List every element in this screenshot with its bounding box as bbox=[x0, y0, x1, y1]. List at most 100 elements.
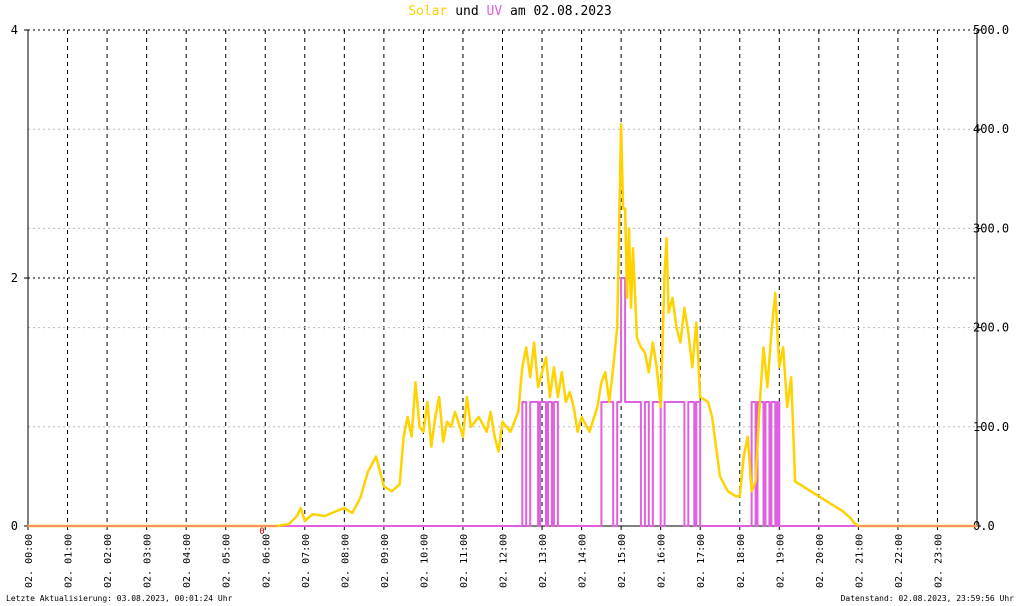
data-point-uv bbox=[648, 401, 650, 403]
data-point-uv bbox=[557, 401, 559, 403]
data-point-solar bbox=[446, 421, 448, 423]
title-uv-word: UV bbox=[486, 4, 503, 19]
data-point-solar bbox=[691, 366, 693, 368]
data-point-solar bbox=[497, 451, 500, 453]
x-tick-label: 02. 01:00 bbox=[64, 534, 75, 588]
data-point-uv bbox=[699, 525, 701, 527]
data-point-solar bbox=[766, 386, 769, 388]
data-point-solar bbox=[758, 406, 761, 408]
data-point-uv bbox=[756, 401, 759, 403]
data-point-solar bbox=[620, 123, 622, 125]
data-point-uv bbox=[644, 401, 646, 403]
data-point-solar bbox=[810, 490, 812, 492]
data-point-solar bbox=[430, 446, 432, 448]
data-point-uv bbox=[695, 525, 697, 527]
data-point-uv bbox=[551, 525, 553, 527]
data-point-solar bbox=[762, 346, 765, 348]
data-point-solar bbox=[636, 336, 638, 339]
title-solar-word: Solar bbox=[408, 4, 448, 19]
data-point-solar bbox=[490, 411, 492, 413]
x-tick-label: 02. 00:00 bbox=[24, 534, 35, 588]
data-point-solar bbox=[533, 341, 535, 344]
data-point-uv bbox=[539, 525, 541, 527]
data-point-solar bbox=[770, 332, 773, 334]
data-point-solar bbox=[561, 371, 563, 373]
data-point-solar bbox=[782, 346, 784, 348]
data-point-uv bbox=[778, 525, 780, 527]
data-point-solar bbox=[335, 510, 337, 512]
data-point-solar bbox=[640, 346, 642, 348]
data-point-solar bbox=[711, 416, 713, 418]
x-tick-label: 02. 23:00 bbox=[933, 534, 944, 588]
data-point-solar bbox=[786, 406, 788, 408]
data-point-uv bbox=[751, 401, 753, 403]
data-point-solar bbox=[826, 500, 828, 502]
data-point-uv bbox=[774, 525, 776, 527]
data-point-uv bbox=[768, 525, 771, 527]
x-tick-label: 02. 16:00 bbox=[657, 534, 668, 588]
x-tick-label: 02. 18:00 bbox=[736, 534, 747, 588]
data-point-solar bbox=[422, 431, 424, 433]
data-point-solar bbox=[403, 436, 405, 438]
data-point-solar bbox=[632, 247, 634, 249]
data-point-uv bbox=[539, 401, 541, 403]
data-point-uv bbox=[616, 525, 618, 527]
x-tick-label: 02. 07:00 bbox=[301, 534, 312, 588]
data-point-solar bbox=[438, 396, 440, 398]
title-und-word: und bbox=[455, 4, 479, 19]
data-point-solar bbox=[608, 401, 610, 403]
right-tick-label: 300.0 bbox=[973, 221, 1009, 235]
data-point-solar bbox=[304, 520, 306, 522]
data-point-uv bbox=[652, 525, 654, 527]
x-tick-label: 02. 10:00 bbox=[419, 534, 430, 588]
data-point-uv bbox=[620, 401, 622, 403]
data-point-solar bbox=[391, 490, 393, 492]
data-point-solar bbox=[454, 411, 456, 413]
data-point-uv bbox=[664, 401, 666, 403]
x-tick-label: 02. 04:00 bbox=[182, 534, 193, 588]
data-point-solar bbox=[494, 436, 496, 438]
data-point-uv bbox=[770, 401, 773, 403]
data-point-uv bbox=[695, 401, 697, 403]
data-point-uv bbox=[660, 525, 662, 527]
data-point-uv bbox=[600, 525, 603, 527]
data-point-uv bbox=[616, 401, 618, 403]
data-point-solar bbox=[747, 436, 749, 438]
data-point-uv bbox=[774, 401, 776, 403]
left-tick-label: 4 bbox=[11, 23, 18, 37]
x-tick-label: 02. 20:00 bbox=[815, 534, 826, 588]
title-date: am 02.08.2023 bbox=[510, 4, 612, 19]
data-point-solar bbox=[604, 371, 606, 373]
data-point-solar bbox=[553, 366, 555, 368]
data-point-solar bbox=[541, 371, 543, 373]
x-tick-label: 02. 05:00 bbox=[222, 534, 233, 588]
data-point-uv bbox=[537, 525, 539, 527]
data-point-solar bbox=[794, 480, 796, 482]
data-point-uv bbox=[521, 525, 523, 527]
data-point-solar bbox=[399, 483, 401, 485]
data-point-solar bbox=[545, 356, 547, 358]
data-point-uv bbox=[547, 401, 549, 403]
data-point-solar bbox=[671, 297, 674, 299]
data-point-solar bbox=[849, 517, 852, 519]
data-point-uv bbox=[751, 525, 753, 527]
data-point-solar bbox=[450, 426, 452, 428]
data-point-uv bbox=[551, 401, 553, 403]
data-point-uv bbox=[764, 525, 767, 527]
chart-grid bbox=[28, 29, 977, 526]
data-point-solar bbox=[666, 237, 668, 239]
data-point-solar bbox=[622, 208, 624, 210]
data-point-solar bbox=[644, 351, 646, 353]
data-point-solar bbox=[466, 396, 468, 398]
data-point-solar bbox=[312, 513, 314, 515]
data-point-uv bbox=[529, 401, 531, 403]
x-tick-label: 02. 14:00 bbox=[578, 534, 589, 588]
data-point-solar bbox=[521, 366, 523, 368]
solar-uv-chart: 024 0.0100.0200.0300.0400.0500.0 02. 00:… bbox=[11, 23, 1009, 588]
left-tick-label: 2 bbox=[11, 271, 18, 285]
data-point-solar bbox=[486, 431, 488, 433]
right-tick-label: 200.0 bbox=[973, 321, 1009, 335]
x-tick-label: 02. 09:00 bbox=[380, 534, 391, 588]
zero-marker-label: 0 bbox=[259, 527, 264, 537]
data-point-uv bbox=[652, 401, 654, 403]
